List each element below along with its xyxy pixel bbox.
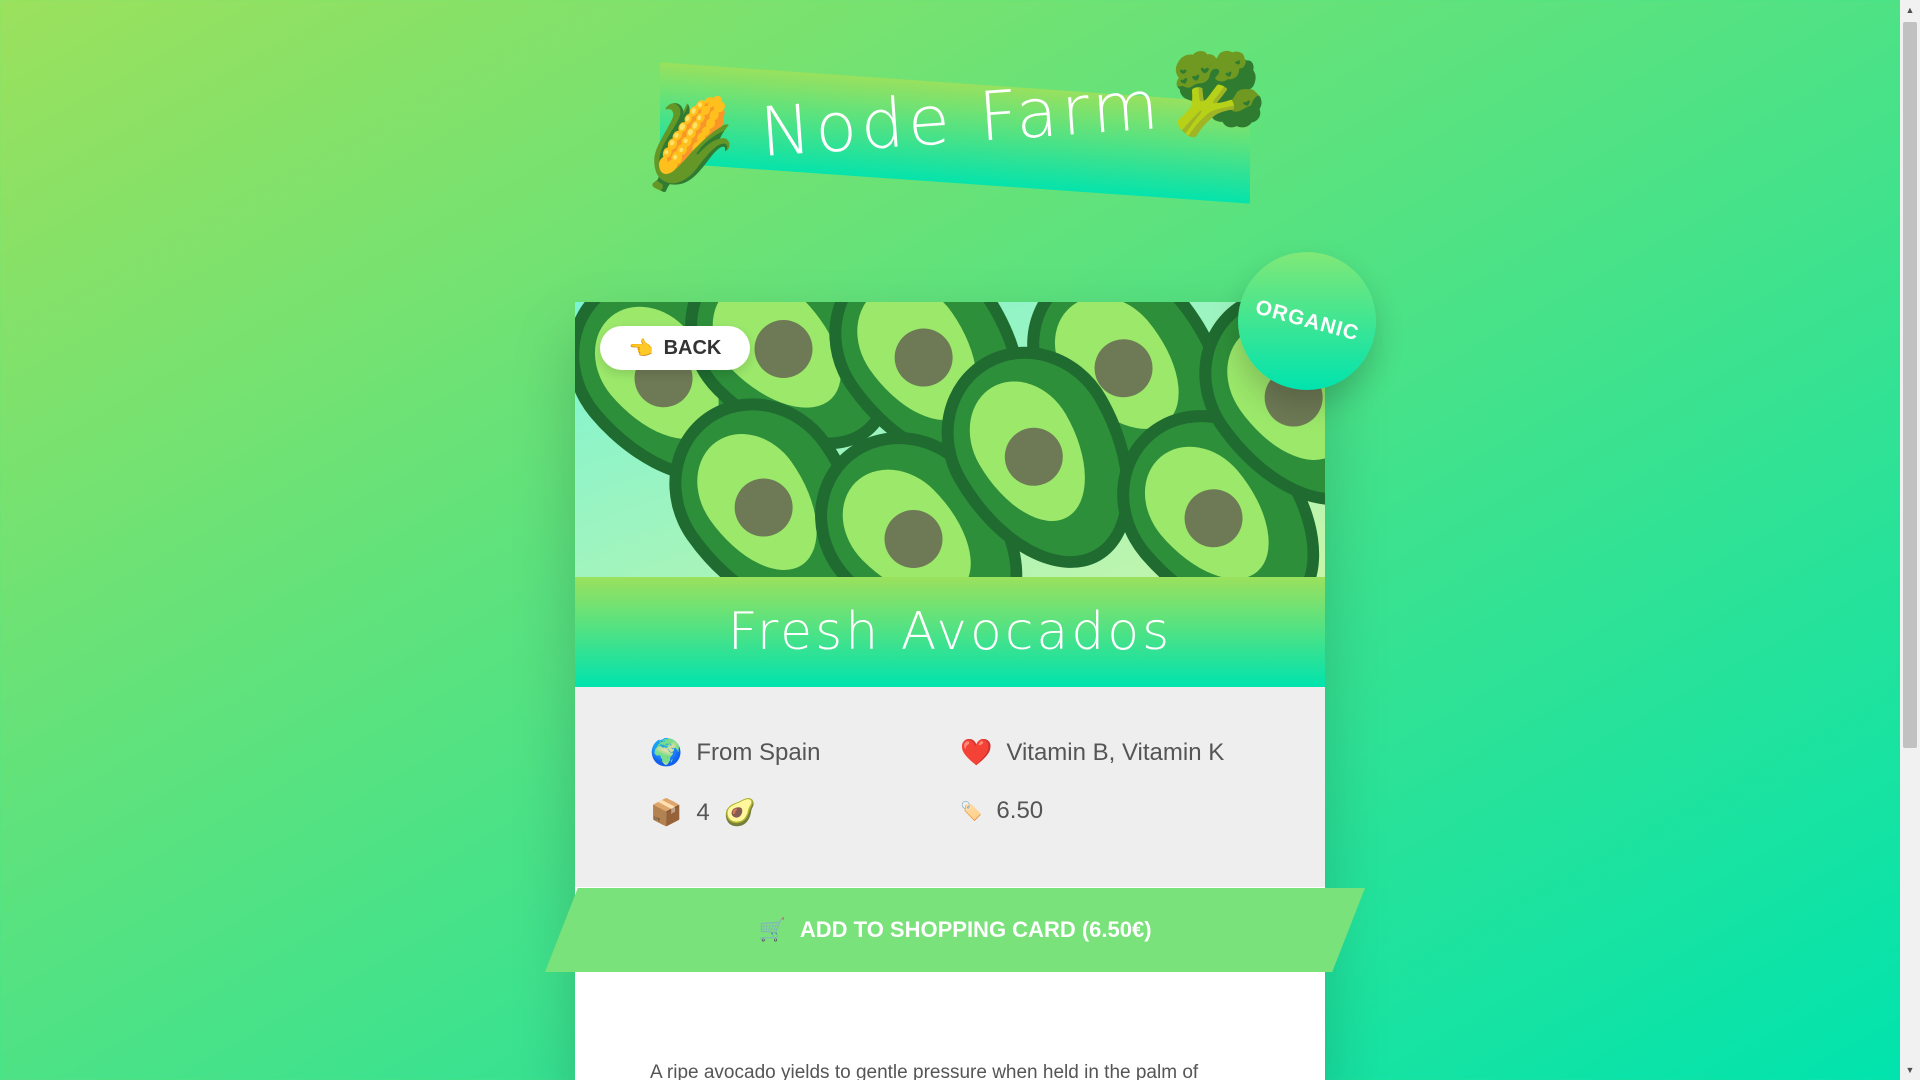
origin-detail: 🌍 From Spain	[650, 737, 820, 768]
price-tag-icon: 🏷️	[960, 800, 983, 821]
organic-label: ORGANIC	[1252, 295, 1362, 346]
globe-icon: 🌍	[650, 737, 683, 767]
cart-button-content: 🛒 ADD TO SHOPPING CARD (6.50€)	[545, 888, 1365, 972]
add-to-cart-button[interactable]: 🛒 ADD TO SHOPPING CARD (6.50€)	[545, 888, 1365, 972]
product-description: A ripe avocado yields to gentle pressure…	[650, 1062, 1199, 1080]
origin-text: From Spain	[696, 738, 821, 766]
quantity-text: 4	[696, 798, 710, 826]
product-details: 🌍 From Spain ❤️ Vitamin B, Vitamin K 📦 4…	[575, 687, 1325, 887]
price-detail: 🏷️ 6.50	[960, 797, 1043, 825]
shopping-cart-icon: 🛒	[758, 917, 786, 942]
avocado-icon: 🥑	[723, 797, 757, 827]
nutrients-detail: ❤️ Vitamin B, Vitamin K	[960, 737, 1224, 768]
corn-icon: 🌽	[633, 92, 745, 196]
back-label: BACK	[663, 336, 722, 359]
product-image: 👈 BACK	[575, 302, 1325, 577]
quantity-detail: 📦 4 🥑	[650, 797, 756, 828]
scroll-down-icon[interactable]: ▼	[1900, 1060, 1920, 1080]
vertical-scrollbar[interactable]: ▲ ▼	[1900, 0, 1920, 1080]
price-text: 6.50	[996, 797, 1044, 824]
nutrients-text: Vitamin B, Vitamin K	[1006, 738, 1225, 766]
site-logo[interactable]: 🌽 Node Farm 🥦	[633, 55, 1267, 225]
heart-icon: ❤️	[960, 737, 993, 767]
scrollbar-thumb[interactable]	[1903, 22, 1917, 748]
scroll-up-icon[interactable]: ▲	[1900, 0, 1920, 20]
cart-button-label: ADD TO SHOPPING CARD (6.50€)	[799, 917, 1152, 942]
pointing-hand-icon: 👈	[628, 337, 654, 360]
product-name: Fresh Avocados	[727, 602, 1173, 662]
broccoli-icon: 🥦	[1170, 50, 1268, 138]
organic-badge: ORGANIC	[1238, 252, 1376, 390]
page: 🌽 Node Farm 🥦 👈 BACK Fresh Avocados �	[0, 0, 1900, 1080]
product-title-band: Fresh Avocados	[575, 577, 1325, 687]
back-button[interactable]: 👈 BACK	[600, 326, 750, 370]
package-icon: 📦	[650, 797, 683, 827]
